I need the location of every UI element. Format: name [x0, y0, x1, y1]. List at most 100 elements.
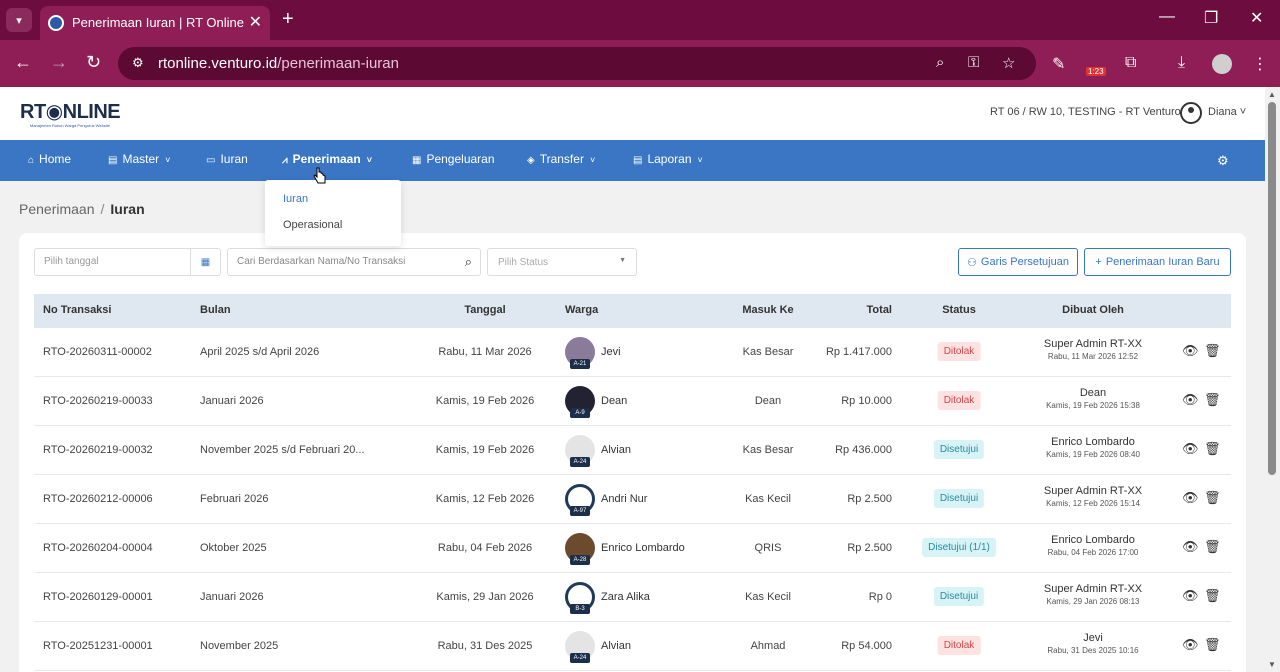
status-badge: Ditolak [937, 391, 981, 410]
trash-icon[interactable]: 🗑 [1204, 588, 1221, 604]
search-input[interactable]: Cari Berdasarkan Nama/No Transaksi ⌕ [227, 248, 481, 276]
user-menu[interactable]: Diana ˅ [1208, 106, 1246, 118]
trash-icon[interactable]: 🗑 [1204, 490, 1221, 506]
view-icon[interactable]: 👁 [1182, 588, 1199, 604]
scroll-down-icon[interactable]: ▼ [1268, 660, 1276, 669]
table-row[interactable]: RTO-20251231-00001 November 2025 Rabu, 3… [34, 622, 1231, 671]
nav-master[interactable]: ▤ Master ˅ [108, 152, 170, 166]
search-icon[interactable]: ⌕ [465, 254, 472, 270]
status-badge: Disetujui (1/1) [922, 538, 996, 557]
timer-extension-icon[interactable]: 1:23 [1086, 52, 1108, 76]
nav-transfer[interactable]: ◈ Transfer ˅ [527, 152, 595, 166]
col-total[interactable]: Total [867, 304, 892, 316]
chevron-down-icon: ˅ [697, 155, 703, 165]
zoom-icon[interactable]: ⌕ [936, 54, 944, 71]
status-select[interactable]: Pilih Status ▼ [487, 248, 637, 276]
creator: Enrico Lombardo Rabu, 04 Feb 2026 17:00 [1047, 534, 1139, 557]
browser-tabbar: ▾ Penerimaan Iuran | RT Online ✕ + — ❐ ✕ [0, 0, 1280, 40]
table-row[interactable]: RTO-20260129-00001 Januari 2026 Kamis, 2… [34, 573, 1231, 622]
card-icon: ▭ [206, 155, 216, 166]
chevron-down-icon: ˅ [589, 155, 596, 165]
close-window-icon[interactable]: ✕ [1250, 8, 1263, 28]
url-text[interactable]: rtonline.venturo.id/penerimaan-iuran [158, 55, 399, 72]
view-icon[interactable]: 👁 [1182, 637, 1199, 653]
new-tab-button[interactable]: + [282, 8, 294, 30]
view-icon[interactable]: 👁 [1182, 539, 1199, 555]
creator: Dean Kamis, 19 Feb 2026 15:38 [1046, 387, 1140, 410]
star-icon[interactable]: ☆ [1002, 54, 1015, 72]
dropdown-item-iuran[interactable]: Iuran [283, 193, 308, 205]
nav-penerimaan[interactable]: ⩘ Penerimaan ˅ [282, 152, 372, 166]
plus-icon: + [1095, 256, 1102, 268]
table-row[interactable]: RTO-20260219-00033 Januari 2026 Kamis, 1… [34, 377, 1231, 426]
receipt-icon: ▦ [412, 155, 422, 166]
date-filter-input[interactable]: Pilih tanggal ▦ [34, 248, 221, 276]
scroll-up-icon[interactable]: ▲ [1268, 90, 1276, 99]
new-receipt-button[interactable]: + Penerimaan Iuran Baru [1084, 248, 1231, 276]
feather-extension-icon[interactable]: ✎ [1052, 54, 1065, 74]
extensions-icon[interactable]: ⧉ [1125, 54, 1136, 72]
nav-pengeluaran[interactable]: ▦ Pengeluaran [412, 152, 495, 166]
status-badge: Ditolak [937, 342, 981, 361]
scroll-thumb[interactable] [1268, 102, 1276, 475]
key-icon[interactable]: ⚿ [968, 54, 979, 71]
user-check-icon: ⚇ [967, 256, 977, 269]
tab-title: Penerimaan Iuran | RT Online [72, 15, 244, 30]
penerimaan-dropdown: Iuran Operasional [265, 180, 401, 246]
logo[interactable]: RT◉NLINE [20, 99, 121, 124]
browser-tab[interactable]: Penerimaan Iuran | RT Online ✕ [40, 6, 270, 40]
view-icon[interactable]: 👁 [1182, 392, 1199, 408]
breadcrumb-current: Iuran [110, 201, 145, 217]
back-icon[interactable]: ← [14, 52, 32, 73]
profile-avatar[interactable] [1212, 54, 1232, 74]
settings-icon[interactable]: ⚙ [1217, 153, 1229, 169]
restore-icon[interactable]: ❐ [1204, 8, 1218, 28]
favicon-icon [48, 15, 64, 31]
dropdown-item-operasional[interactable]: Operasional [283, 219, 342, 231]
page-scrollbar[interactable]: ▲ ▼ [1265, 87, 1280, 672]
col-dibuat-oleh[interactable]: Dibuat Oleh [1062, 304, 1124, 316]
col-masuk-ke[interactable]: Masuk Ke [742, 304, 793, 316]
col-no-transaksi[interactable]: No Transaksi [43, 304, 111, 316]
nav-laporan[interactable]: ▤ Laporan ˅ [633, 152, 703, 166]
table-row[interactable]: RTO-20260311-00002 April 2025 s/d April … [34, 328, 1231, 377]
view-icon[interactable]: 👁 [1182, 490, 1199, 506]
avatar: A-9 [565, 386, 595, 418]
download-icon[interactable]: ⤓ [1178, 54, 1185, 72]
minimize-icon[interactable]: — [1159, 8, 1175, 26]
reload-icon[interactable]: ↻ [86, 52, 101, 73]
status-badge: Disetujui [933, 489, 985, 508]
trash-icon[interactable]: 🗑 [1204, 343, 1221, 359]
view-icon[interactable]: 👁 [1182, 441, 1199, 457]
avatar: A-97 [565, 484, 595, 516]
view-icon[interactable]: 👁 [1182, 343, 1199, 359]
col-tanggal[interactable]: Tanggal [464, 304, 505, 316]
trash-icon[interactable]: 🗑 [1204, 539, 1221, 555]
tag-icon: ◈ [527, 155, 535, 166]
avatar: A-24 [565, 631, 595, 663]
organization-label: RT 06 / RW 10, TESTING - RT Venturo [990, 106, 1181, 118]
menu-icon[interactable]: ⋮ [1252, 54, 1268, 74]
table-row[interactable]: RTO-20260204-00004 Oktober 2025 Rabu, 04… [34, 524, 1231, 573]
calendar-icon[interactable]: ▦ [190, 249, 220, 275]
nav-home[interactable]: ⌂ Home [28, 152, 71, 166]
approval-line-button[interactable]: ⚇ Garis Persetujuan [958, 248, 1078, 276]
col-bulan[interactable]: Bulan [200, 304, 231, 316]
nav-iuran[interactable]: ▭ Iuran [206, 152, 248, 166]
address-bar[interactable]: ⚙ rtonline.venturo.id/penerimaan-iuran ⌕… [118, 47, 1036, 80]
trash-icon[interactable]: 🗑 [1204, 392, 1221, 408]
forward-icon[interactable]: → [50, 52, 68, 73]
table-header: No Transaksi Bulan Tanggal Warga Masuk K… [34, 294, 1231, 328]
close-icon[interactable]: ✕ [249, 12, 262, 32]
avatar: A-28 [565, 533, 595, 565]
trash-icon[interactable]: 🗑 [1204, 637, 1221, 653]
site-info-icon[interactable]: ⚙ [132, 55, 144, 71]
table-row[interactable]: RTO-20260212-00006 Februari 2026 Kamis, … [34, 475, 1231, 524]
table-row[interactable]: RTO-20260219-00032 November 2025 s/d Feb… [34, 426, 1231, 475]
col-warga[interactable]: Warga [565, 304, 598, 316]
tab-search-button[interactable]: ▾ [6, 8, 32, 32]
col-status[interactable]: Status [942, 304, 976, 316]
trash-icon[interactable]: 🗑 [1204, 441, 1221, 457]
user-avatar-icon[interactable] [1180, 102, 1202, 124]
breadcrumb-parent[interactable]: Penerimaan [19, 201, 95, 217]
